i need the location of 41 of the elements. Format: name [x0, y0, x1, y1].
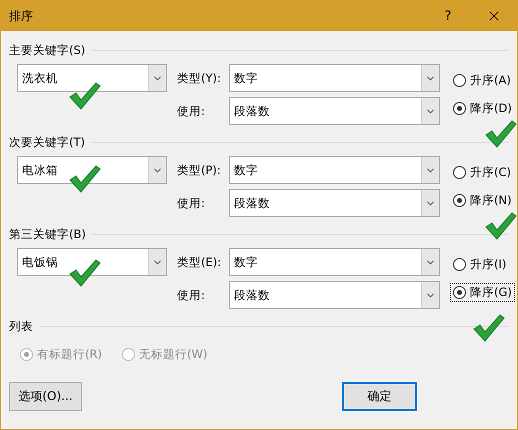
checkmark-icon — [67, 81, 101, 111]
type-dropdown[interactable]: 数字 — [229, 64, 440, 92]
checkmark-icon — [67, 164, 101, 194]
ok-button[interactable]: 确定 — [342, 382, 417, 411]
type-label: 类型(Y): — [176, 70, 222, 86]
radio-dot[interactable] — [453, 74, 466, 87]
radio-dot[interactable] — [453, 166, 466, 179]
using-label: 使用: — [176, 196, 206, 210]
section-heading: 次要关键字(T) — [9, 134, 85, 150]
using-dropdown[interactable]: 段落数 — [229, 97, 440, 125]
order-radio[interactable]: 升序(A) — [450, 71, 514, 90]
key-dropdown[interactable]: 洗衣机 — [17, 64, 167, 92]
checkmark-icon — [471, 313, 505, 343]
key-dropdown[interactable]: 电冰箱 — [17, 156, 167, 184]
type-label: 类型(E): — [176, 254, 222, 270]
help-button[interactable]: ? — [425, 1, 471, 31]
section-heading: 第三关键字(B) — [9, 226, 86, 242]
using-label: 使用: — [176, 288, 206, 302]
window-title: 排序 — [9, 8, 34, 24]
radio-dot[interactable] — [453, 194, 466, 207]
using-label: 使用: — [176, 104, 206, 118]
type-dropdown[interactable]: 数字 — [229, 248, 440, 276]
key-dropdown[interactable]: 电饭锅 — [17, 248, 167, 276]
order-radio[interactable]: 升序(C) — [450, 163, 514, 182]
order-radio[interactable]: 降序(D) — [450, 99, 515, 118]
section-heading: 列表 — [9, 318, 33, 334]
using-dropdown[interactable]: 段落数 — [229, 281, 440, 309]
order-radio[interactable]: 升序(I) — [450, 255, 510, 274]
using-dropdown[interactable]: 段落数 — [229, 189, 440, 217]
section-heading: 主要关键字(S) — [9, 42, 86, 58]
type-dropdown[interactable]: 数字 — [229, 156, 440, 184]
radio-dot[interactable] — [453, 258, 466, 271]
radio-dot[interactable] — [453, 286, 466, 299]
options-button[interactable]: 选项(O)... — [9, 382, 82, 411]
checkmark-icon — [483, 211, 517, 241]
radio-dot[interactable] — [453, 102, 466, 115]
checkmark-icon — [67, 258, 101, 288]
type-label: 类型(P): — [176, 162, 222, 178]
order-radio[interactable]: 降序(G) — [450, 283, 515, 302]
order-radio[interactable]: 降序(N) — [450, 191, 515, 210]
checkmark-icon — [483, 119, 517, 149]
